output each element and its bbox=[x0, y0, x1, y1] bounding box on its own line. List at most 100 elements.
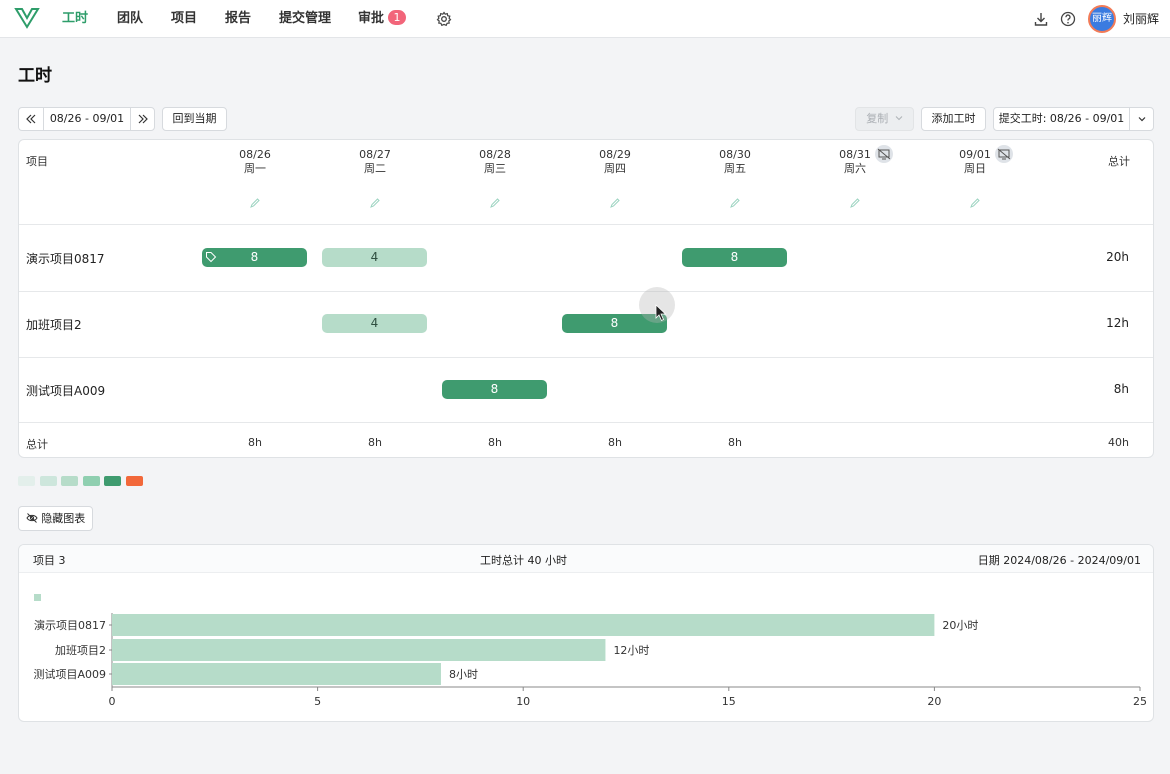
chart-header: 项目 3 工时总计 40 小时 日期 2024/08/26 - 2024/09/… bbox=[19, 545, 1153, 573]
row-divider bbox=[19, 357, 1153, 358]
chevron-down-icon bbox=[1138, 117, 1145, 122]
chart-bar bbox=[112, 663, 441, 685]
day-header: 08/30 周五 bbox=[695, 148, 775, 176]
column-header-project: 项目 bbox=[26, 155, 48, 168]
time-entry-pill[interactable]: 4 bbox=[322, 248, 427, 267]
period-range[interactable]: 08/26 - 09/01 bbox=[43, 108, 130, 130]
day-header-date: 08/27 bbox=[359, 148, 391, 161]
settings-gear-icon[interactable] bbox=[436, 11, 452, 27]
day-header: 08/28 周三 bbox=[455, 148, 535, 176]
nav-item-timesheet[interactable]: 工时 bbox=[62, 0, 88, 38]
help-icon[interactable] bbox=[1060, 11, 1076, 27]
nav-item-projects[interactable]: 项目 bbox=[171, 0, 197, 38]
hide-chart-label: 隐藏图表 bbox=[41, 512, 86, 525]
chart-total-hours: 工时总计 40 小时 bbox=[480, 554, 567, 567]
footer-day-total: 8h bbox=[608, 436, 622, 449]
download-icon[interactable] bbox=[1033, 11, 1049, 27]
chart-bar bbox=[112, 614, 935, 636]
next-period-button[interactable] bbox=[130, 108, 154, 130]
x-tick-label: 15 bbox=[722, 695, 736, 708]
nav-item-approvals[interactable]: 审批 1 bbox=[358, 0, 407, 38]
row-project-name[interactable]: 加班项目2 bbox=[26, 316, 82, 333]
edit-note-pencil-icon[interactable] bbox=[369, 197, 381, 209]
row-project-name[interactable]: 演示项目0817 bbox=[26, 250, 105, 267]
edit-note-pencil-icon[interactable] bbox=[729, 197, 741, 209]
intensity-legend-swatch bbox=[104, 476, 121, 486]
x-tick-label: 25 bbox=[1133, 695, 1147, 708]
double-chevron-right-icon bbox=[138, 114, 148, 124]
row-total-hours: 8h bbox=[1113, 382, 1129, 396]
avatar[interactable]: 丽辉 bbox=[1088, 5, 1116, 33]
intensity-legend-swatch bbox=[61, 476, 78, 486]
chart-category-label: 加班项目2 bbox=[55, 644, 106, 657]
chart-category-label: 测试项目A009 bbox=[33, 668, 106, 681]
time-entry-pill[interactable]: 4 bbox=[322, 314, 427, 333]
top-nav: 工时 团队 项目 报告 提交管理 审批 1 丽辉 刘丽辉 bbox=[0, 0, 1170, 38]
column-header-total: 总计 bbox=[1108, 155, 1130, 168]
time-entry-pill[interactable]: 8 bbox=[442, 380, 547, 399]
edit-note-pencil-icon[interactable] bbox=[849, 197, 861, 209]
row-total-hours: 20h bbox=[1106, 250, 1129, 264]
hours-bar-chart: 演示项目0817 20小时加班项目2 12小时测试项目A009 8小时 0 5 10 15 20… bbox=[33, 594, 1147, 708]
day-header-date: 08/29 bbox=[599, 148, 631, 161]
chart-category-label: 演示项目0817 bbox=[34, 618, 106, 632]
hide-weekend-monitor-icon[interactable] bbox=[995, 145, 1013, 163]
series-legend-swatch bbox=[34, 594, 41, 601]
hours-chart-card: 项目 3 工时总计 40 小时 日期 2024/08/26 - 2024/09/… bbox=[18, 544, 1154, 722]
footer-day-total: 8h bbox=[368, 436, 382, 449]
nav-item-reports[interactable]: 报告 bbox=[225, 0, 251, 38]
copy-button-label: 复制 bbox=[866, 112, 889, 125]
nav-item-submissions[interactable]: 提交管理 bbox=[279, 0, 331, 38]
footer-grand-total: 40h bbox=[1108, 436, 1129, 449]
day-header: 08/29 周四 bbox=[575, 148, 655, 176]
chart-data-label: 12小时 bbox=[613, 644, 649, 657]
day-header-date: 08/26 bbox=[239, 148, 271, 161]
chart-data-label: 8小时 bbox=[449, 668, 478, 681]
x-tick-label: 0 bbox=[109, 695, 116, 708]
app-logo-icon[interactable] bbox=[14, 6, 40, 30]
footer-total-label: 总计 bbox=[26, 438, 48, 451]
row-divider bbox=[19, 224, 1153, 225]
edit-note-pencil-icon[interactable] bbox=[609, 197, 621, 209]
day-header-weekday: 周一 bbox=[244, 162, 266, 175]
edit-note-pencil-icon[interactable] bbox=[489, 197, 501, 209]
x-tick-label: 10 bbox=[516, 695, 530, 708]
row-project-name[interactable]: 测试项目A009 bbox=[26, 382, 105, 399]
chart-date-range: 日期 2024/08/26 - 2024/09/01 bbox=[977, 554, 1141, 567]
edit-note-pencil-icon[interactable] bbox=[969, 197, 981, 209]
x-tick-label: 20 bbox=[927, 695, 941, 708]
submit-options-button[interactable] bbox=[1129, 108, 1153, 130]
day-header-weekday: 周日 bbox=[964, 162, 986, 175]
footer-day-total: 8h bbox=[728, 436, 742, 449]
edit-note-pencil-icon[interactable] bbox=[249, 197, 261, 209]
intensity-legend-swatch bbox=[125, 476, 143, 486]
footer-day-total: 8h bbox=[248, 436, 262, 449]
chart-project-count: 项目 3 bbox=[33, 554, 66, 567]
hide-weekend-monitor-icon[interactable] bbox=[875, 145, 893, 163]
double-chevron-left-icon bbox=[26, 114, 36, 124]
submit-time-button[interactable]: 提交工时: 08/26 - 09/01 bbox=[994, 108, 1129, 130]
intensity-legend-swatch bbox=[18, 476, 35, 486]
submit-time-split-button: 提交工时: 08/26 - 09/01 bbox=[993, 107, 1154, 131]
hide-chart-button[interactable]: 隐藏图表 bbox=[18, 506, 93, 531]
time-entry-hours: 8 bbox=[490, 382, 499, 396]
chevron-down-icon bbox=[895, 116, 903, 121]
time-entry-hours: 8 bbox=[730, 250, 739, 264]
day-header-weekday: 周二 bbox=[364, 162, 386, 175]
day-header-weekday: 周四 bbox=[604, 162, 626, 175]
row-divider bbox=[19, 291, 1153, 292]
copy-button[interactable]: 复制 bbox=[855, 107, 914, 131]
page-title: 工时 bbox=[18, 66, 52, 86]
nav-item-team[interactable]: 团队 bbox=[117, 0, 143, 38]
chart-bar bbox=[112, 639, 606, 661]
time-entry-hours: 4 bbox=[370, 250, 379, 264]
prev-period-button[interactable] bbox=[19, 108, 43, 130]
time-entry-pill[interactable]: 8 bbox=[682, 248, 787, 267]
row-total-hours: 12h bbox=[1106, 316, 1129, 330]
user-name[interactable]: 刘丽辉 bbox=[1123, 0, 1159, 38]
back-to-current-button[interactable]: 回到当期 bbox=[162, 107, 227, 131]
time-entry-pill[interactable]: 8 bbox=[202, 248, 307, 267]
day-header-weekday: 周五 bbox=[724, 162, 746, 175]
add-time-button[interactable]: 添加工时 bbox=[921, 107, 986, 131]
day-header-weekday: 周三 bbox=[484, 162, 506, 175]
